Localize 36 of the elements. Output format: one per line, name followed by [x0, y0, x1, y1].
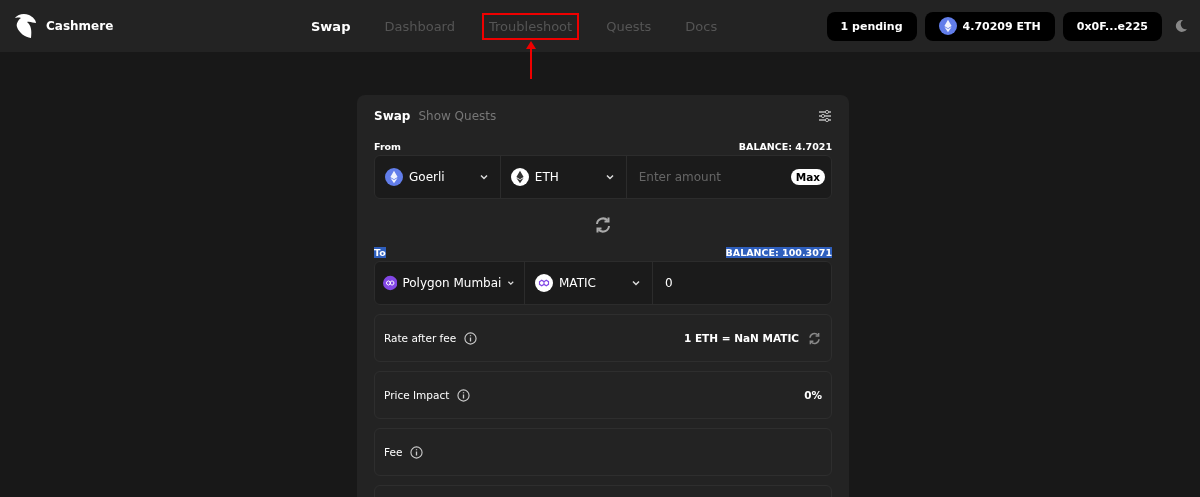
- chain-dropdown[interactable]: Polygon Mumbai: [375, 262, 525, 304]
- nav-link[interactable]: Swap: [306, 14, 356, 38]
- ethereum-icon: [938, 17, 957, 35]
- detail-value: 0%: [804, 389, 822, 401]
- card-tab[interactable]: Show Quests: [418, 109, 497, 123]
- refresh-icon[interactable]: [807, 330, 822, 346]
- card-tab[interactable]: Swap: [374, 109, 411, 123]
- detail-label: Rate after fee: [384, 332, 457, 344]
- amount-field[interactable]: 0: [663, 275, 825, 291]
- settings-icon[interactable]: [818, 109, 832, 123]
- token-dropdown[interactable]: MATIC: [525, 262, 653, 304]
- max-button[interactable]: Max: [790, 169, 825, 185]
- info-icon[interactable]: [410, 445, 424, 459]
- brand-name: Cashmere: [46, 19, 114, 33]
- refresh-icon[interactable]: [593, 215, 613, 235]
- amount-field[interactable]: Enter amount: [636, 169, 791, 185]
- polygon-icon: [535, 274, 553, 292]
- balance-label: BALANCE: 100.3071: [725, 247, 832, 258]
- detail-label: Fee: [384, 446, 403, 458]
- chain-dropdown[interactable]: Goerli: [375, 156, 501, 198]
- moon-icon[interactable]: [1174, 19, 1188, 33]
- polygon-icon: [383, 274, 398, 292]
- detail-value: 1 ETH = NaN MATIC: [683, 332, 799, 344]
- section-label: To: [374, 247, 386, 258]
- header-button[interactable]: 0x0F...e225: [1062, 11, 1162, 41]
- balance-button[interactable]: 4.70209 ETH: [924, 11, 1055, 41]
- ethereum-icon: [385, 168, 403, 186]
- ethereum-icon: [510, 168, 529, 186]
- header-button[interactable]: 1 pending: [826, 11, 917, 41]
- balance-label: BALANCE: 4.7021: [738, 141, 832, 152]
- info-icon[interactable]: [457, 388, 471, 402]
- token-dropdown[interactable]: ETH: [500, 156, 627, 198]
- info-icon[interactable]: [464, 331, 478, 345]
- section-label: From: [374, 141, 401, 152]
- detail-label: Price Impact: [384, 389, 450, 401]
- annotation-arrow: [525, 40, 536, 79]
